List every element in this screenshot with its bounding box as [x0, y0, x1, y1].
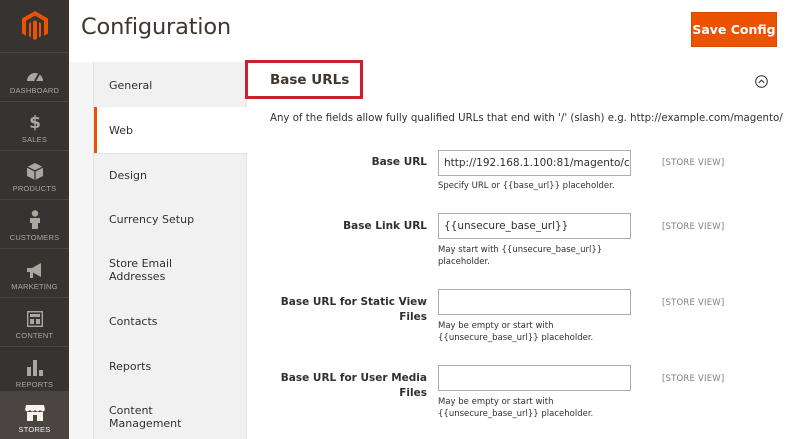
- save-config-button[interactable]: Save Config: [691, 12, 777, 47]
- section-note: Any of the fields allow fully qualified …: [270, 113, 783, 124]
- nav-item-products[interactable]: PRODUCTS: [0, 150, 69, 198]
- base-url-scope: [STORE VIEW]: [662, 158, 725, 168]
- store-icon: [24, 405, 45, 421]
- user-media-files-url-label: Base URL for User Media Files: [280, 372, 427, 399]
- tab-store-email-addresses[interactable]: Store Email Addresses: [94, 257, 194, 283]
- tab-currency-setup[interactable]: Currency Setup: [94, 213, 247, 226]
- user-media-files-url-note: May be empty or start with {{unsecure_ba…: [438, 397, 594, 419]
- dollar-icon: $: [29, 113, 41, 131]
- nav-item-sales[interactable]: $ SALES: [0, 101, 69, 149]
- static-view-files-url-label: Base URL for Static View Files: [280, 296, 427, 323]
- base-url-note: Specify URL or {{base_url}} placeholder.: [438, 181, 615, 191]
- page-title: Configuration: [81, 14, 231, 40]
- nav-label-dashboard: DASHBOARD: [9, 86, 60, 95]
- config-tabs: General Web Design Currency Setup Store …: [93, 62, 247, 439]
- nav-label-content: CONTENT: [15, 331, 54, 340]
- dashboard-icon: [26, 73, 43, 82]
- layout-icon: [26, 311, 43, 327]
- tab-design[interactable]: Design: [94, 169, 247, 182]
- tab-divider: [94, 153, 247, 154]
- admin-sidebar: DASHBOARD $ SALES PRODUCTS CUSTOMERS MAR…: [0, 0, 69, 439]
- box-icon: [26, 163, 43, 180]
- person-icon: [29, 210, 40, 229]
- nav-item-customers[interactable]: CUSTOMERS: [0, 199, 69, 247]
- tab-web-label: Web: [109, 123, 133, 137]
- megaphone-icon: [26, 263, 41, 278]
- base-url-label: Base URL: [371, 156, 427, 168]
- tab-reports[interactable]: Reports: [94, 360, 247, 373]
- tab-contacts[interactable]: Contacts: [94, 315, 247, 328]
- static-view-files-url-input[interactable]: [438, 289, 631, 315]
- nav-item-reports[interactable]: REPORTS: [0, 346, 69, 394]
- tab-content-management[interactable]: Content Management: [94, 404, 194, 430]
- highlight-box: [245, 60, 363, 99]
- nav-item-stores[interactable]: STORES: [0, 391, 69, 439]
- base-link-url-note: May start with {{unsecure_base_url}} pla…: [438, 245, 603, 267]
- base-link-url-input[interactable]: {{unsecure_base_url}}: [438, 213, 631, 239]
- base-url-input[interactable]: http://192.168.1.100:81/magento/ce: [438, 150, 631, 176]
- nav-item-content[interactable]: CONTENT: [0, 297, 69, 345]
- bar-chart-icon: [26, 360, 43, 376]
- base-link-url-label: Base Link URL: [343, 220, 427, 232]
- user-media-files-url-input[interactable]: [438, 365, 631, 391]
- base-link-url-scope: [STORE VIEW]: [662, 222, 725, 232]
- magento-logo-icon: [21, 11, 48, 40]
- user-media-files-url-scope: [STORE VIEW]: [662, 374, 725, 384]
- nav-label-sales: SALES: [21, 135, 48, 144]
- nav-label-marketing: MARKETING: [11, 282, 58, 291]
- magento-logo[interactable]: [0, 0, 69, 52]
- nav-label-stores: STORES: [18, 425, 51, 434]
- nav-label-reports: REPORTS: [15, 380, 54, 389]
- nav-item-dashboard[interactable]: DASHBOARD: [0, 52, 69, 100]
- tab-general[interactable]: General: [94, 79, 247, 92]
- nav-label-customers: CUSTOMERS: [9, 233, 60, 242]
- nav-label-products: PRODUCTS: [12, 184, 57, 193]
- nav-item-marketing[interactable]: MARKETING: [0, 248, 69, 296]
- static-view-files-url-note: May be empty or start with {{unsecure_ba…: [438, 321, 594, 343]
- chevron-up-icon[interactable]: [755, 75, 768, 88]
- tab-web[interactable]: Web: [94, 107, 247, 153]
- static-view-files-url-scope: [STORE VIEW]: [662, 298, 725, 308]
- svg-text:$: $: [29, 113, 41, 131]
